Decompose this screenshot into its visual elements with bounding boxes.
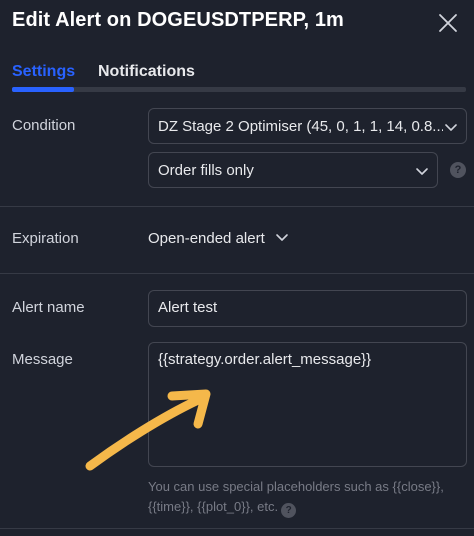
chevron-down-icon <box>416 168 428 175</box>
message-label: Message <box>12 351 73 368</box>
tab-track <box>12 87 466 92</box>
tab-notifications[interactable]: Notifications <box>98 63 195 81</box>
section-divider <box>0 273 474 274</box>
question-circle-icon[interactable]: ? <box>450 162 466 178</box>
expiration-dropdown[interactable]: Open-ended alert <box>148 230 289 247</box>
chevron-down-icon <box>445 124 457 131</box>
condition-trigger-value: Order fills only <box>158 162 254 179</box>
condition-trigger-select[interactable]: Order fills only <box>148 152 438 188</box>
alert-name-label: Alert name <box>12 299 85 316</box>
tab-bar: Settings Notifications <box>0 56 474 96</box>
section-divider <box>0 528 474 529</box>
chevron-down-icon <box>276 234 288 241</box>
condition-strategy-select[interactable]: DZ Stage 2 Optimiser (45, 0, 1, 1, 14, 0… <box>148 108 467 144</box>
dialog-title: Edit Alert on DOGEUSDTPERP, 1m <box>12 9 344 31</box>
edit-alert-dialog: Edit Alert on DOGEUSDTPERP, 1m Settings … <box>0 0 474 536</box>
expiration-label: Expiration <box>12 230 79 247</box>
condition-strategy-value: DZ Stage 2 Optimiser (45, 0, 1, 1, 14, 0… <box>158 118 443 135</box>
alert-name-input[interactable]: Alert test <box>148 290 467 327</box>
message-textarea[interactable]: {{strategy.order.alert_message}} <box>148 342 467 467</box>
close-icon[interactable] <box>436 11 460 35</box>
condition-label: Condition <box>12 117 76 134</box>
dialog-header: Edit Alert on DOGEUSDTPERP, 1m <box>0 0 474 50</box>
tab-settings[interactable]: Settings <box>12 63 75 81</box>
tab-active-indicator <box>12 87 74 92</box>
expiration-value: Open-ended alert <box>148 230 265 247</box>
placeholder-hint: You can use special placeholders such as… <box>148 477 468 518</box>
question-circle-icon[interactable]: ? <box>281 503 297 518</box>
section-divider <box>0 206 474 207</box>
